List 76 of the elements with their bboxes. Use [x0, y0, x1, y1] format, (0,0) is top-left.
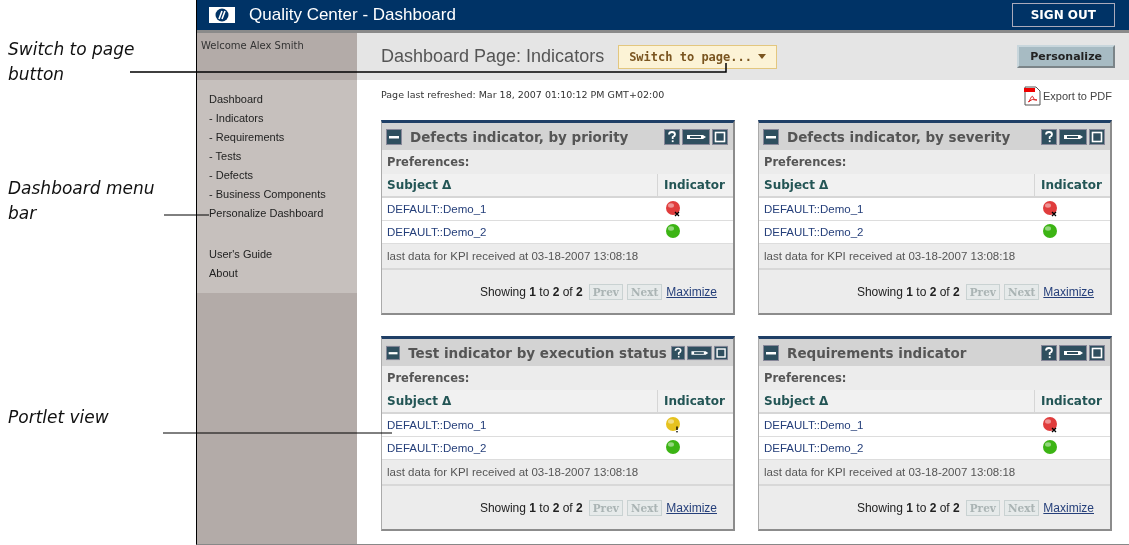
menu-item[interactable]: - Tests [209, 147, 339, 166]
pencil-icon[interactable] [1059, 128, 1087, 145]
page-title: Dashboard Page: Indicators [381, 46, 605, 67]
help-icon[interactable] [1041, 344, 1057, 361]
minimize-icon[interactable] [763, 128, 779, 145]
subject-link[interactable]: DEFAULT::Demo_1 [764, 419, 864, 431]
preferences-label: Preferences: [764, 155, 847, 169]
pdf-file-icon [1023, 86, 1041, 106]
pencil-icon[interactable] [1059, 344, 1087, 361]
menu-item[interactable]: - Requirements [209, 128, 339, 147]
subject-link[interactable]: DEFAULT::Demo_2 [387, 442, 487, 454]
pagination-text: Showing 1 to 2 of 2 [856, 500, 960, 515]
maximize-link[interactable]: Maximize [666, 500, 717, 515]
kpi-timestamp-text: last data for KPI received at 03-18-2007 13:08:18 [387, 466, 639, 478]
maximize-link[interactable]: Maximize [1043, 284, 1094, 299]
maximize-icon[interactable] [713, 344, 728, 361]
preferences-label: Preferences: [387, 155, 470, 169]
logo-icon [209, 7, 235, 23]
pencil-icon[interactable] [682, 128, 710, 145]
minimize-icon[interactable] [386, 344, 401, 361]
last-refreshed-text: Page last refreshed: Mar 18, 2007 01:10:12 PM GMT+02:00 [381, 89, 665, 100]
pagination-text: Showing 1 to 2 of 2 [479, 284, 583, 299]
help-icon[interactable] [670, 344, 685, 361]
column-header[interactable]: Indicator [1034, 390, 1110, 412]
subject-link[interactable]: DEFAULT::Demo_2 [764, 226, 864, 238]
menu-item[interactable]: - Business Components [209, 185, 339, 204]
column-header[interactable]: Subject Δ [382, 174, 657, 196]
welcome-text: Welcome Alex Smith [201, 40, 304, 51]
maximize-icon[interactable] [1089, 128, 1105, 145]
kpi-timestamp-text: last data for KPI received at 03-18-2007 13:08:18 [764, 466, 1016, 478]
column-header[interactable]: Subject Δ [759, 174, 1034, 196]
caret-icon [757, 54, 766, 59]
menu-item[interactable]: Dashboard [209, 90, 339, 109]
subject-link[interactable]: DEFAULT::Demo_2 [387, 226, 487, 238]
column-header[interactable]: Indicator [657, 390, 733, 412]
callout-label: Switch to page button [8, 38, 136, 86]
portlet-title: Defects indicator, by severity [787, 128, 1011, 145]
maximize-link[interactable]: Maximize [666, 284, 717, 299]
maximize-link[interactable]: Maximize [1043, 500, 1094, 515]
portlet-title: Test indicator by execution status [408, 344, 667, 361]
pencil-icon[interactable] [687, 344, 712, 361]
column-header[interactable]: Indicator [1034, 174, 1110, 196]
menu-item[interactable]: User's Guide [209, 245, 339, 264]
column-header[interactable]: Subject Δ [382, 390, 657, 412]
callout-label: Portlet view [8, 406, 110, 429]
maximize-icon[interactable] [712, 128, 728, 145]
pagination-text: Showing 1 to 2 of 2 [856, 284, 960, 299]
leader-line [163, 214, 210, 216]
subject-link[interactable]: DEFAULT::Demo_1 [764, 203, 864, 215]
preferences-label: Preferences: [764, 371, 847, 385]
help-icon[interactable] [1041, 128, 1057, 145]
help-icon[interactable] [664, 128, 680, 145]
minimize-icon[interactable] [763, 344, 779, 361]
portlet-title: Defects indicator, by priority [410, 128, 629, 145]
menu-item[interactable]: About [209, 264, 339, 283]
subject-link[interactable]: DEFAULT::Demo_1 [387, 419, 487, 431]
switch-to-page-button[interactable]: Switch to page... [618, 44, 777, 69]
callout-label: Dashboard menu bar [8, 177, 156, 225]
pagination-text: Showing 1 to 2 of 2 [479, 500, 583, 515]
subject-link[interactable]: DEFAULT::Demo_1 [387, 203, 487, 215]
personalize-button[interactable]: Personalize [1017, 45, 1115, 68]
kpi-timestamp-text: last data for KPI received at 03-18-2007 13:08:18 [387, 250, 639, 262]
window-title: Quality Center - Dashboard [249, 5, 457, 25]
maximize-icon[interactable] [1089, 344, 1105, 361]
export-to-pdf-link[interactable]: Export to PDF [1023, 86, 1112, 106]
sign-out-button[interactable]: SIGN OUT [1011, 3, 1115, 27]
column-header[interactable]: Subject Δ [759, 390, 1034, 412]
preferences-label: Preferences: [387, 371, 470, 385]
menu-item[interactable]: - Defects [209, 166, 339, 185]
column-header[interactable]: Indicator [657, 174, 733, 196]
minimize-icon[interactable] [386, 128, 402, 145]
kpi-timestamp-text: last data for KPI received at 03-18-2007 13:08:18 [764, 250, 1016, 262]
subject-link[interactable]: DEFAULT::Demo_2 [764, 442, 864, 454]
portlet-title: Requirements indicator [787, 344, 967, 361]
menu-item[interactable]: - Indicators [209, 109, 339, 128]
menu-item[interactable]: Personalize Dashboard [209, 204, 339, 223]
